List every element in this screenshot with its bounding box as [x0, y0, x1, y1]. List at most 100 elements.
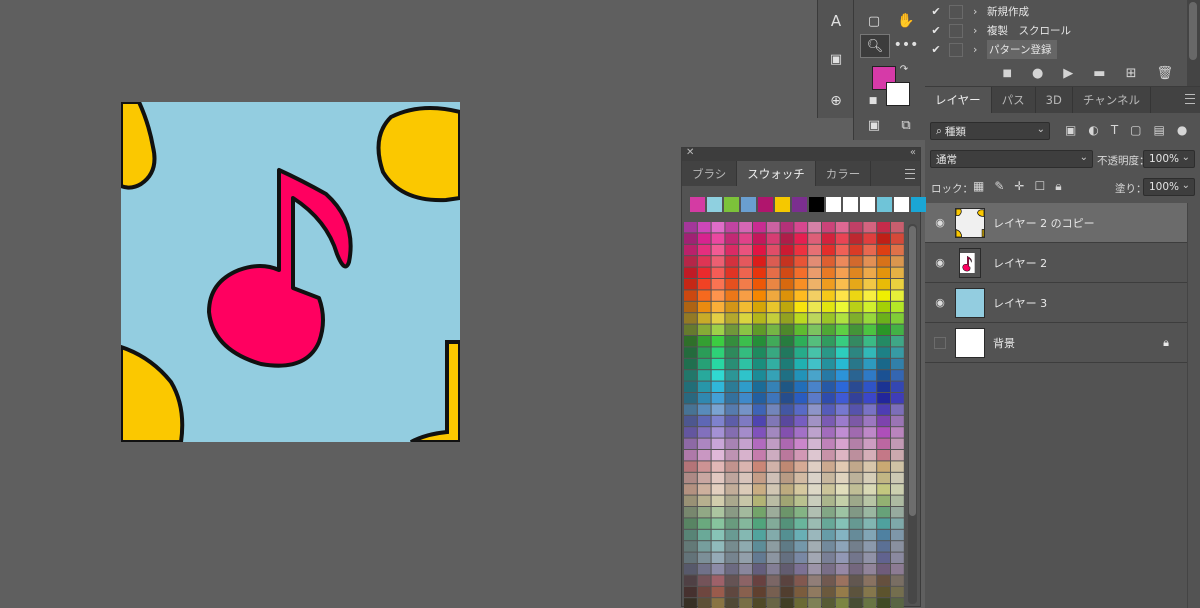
swatch-cell[interactable]	[877, 301, 890, 313]
swatch-cell[interactable]	[808, 279, 821, 290]
swatch-cell[interactable]	[697, 313, 711, 324]
swatch-cell[interactable]	[780, 575, 794, 586]
swatch-cell[interactable]	[835, 233, 849, 244]
swatch-cell[interactable]	[697, 233, 711, 244]
swatch-cell[interactable]	[808, 529, 821, 541]
swatch-cell[interactable]	[877, 541, 890, 552]
swatch-cell[interactable]	[753, 336, 766, 347]
swatch-cell[interactable]	[753, 518, 766, 529]
swatch-cell[interactable]	[753, 541, 766, 552]
swatch-cell[interactable]	[753, 450, 766, 461]
swatch-cell[interactable]	[739, 358, 752, 370]
recent-swatch[interactable]	[809, 197, 824, 212]
swatch-cell[interactable]	[684, 586, 697, 598]
swatch-cell[interactable]	[780, 427, 794, 438]
swatch-cell[interactable]	[739, 575, 752, 586]
swatch-cell[interactable]	[822, 507, 835, 518]
3d-object-button[interactable]: ▣	[822, 48, 850, 70]
swatch-cell[interactable]	[877, 518, 890, 529]
swatch-cell[interactable]	[794, 393, 808, 404]
swatch-cell[interactable]	[711, 279, 725, 290]
swatch-cell[interactable]	[794, 461, 808, 472]
swatch-cell[interactable]	[877, 450, 890, 461]
swatch-cell[interactable]	[794, 564, 808, 575]
swatch-cell[interactable]	[753, 393, 766, 404]
swatch-cell[interactable]	[766, 358, 780, 370]
swatch-cell[interactable]	[877, 529, 890, 541]
swatch-cell[interactable]	[822, 222, 835, 233]
action-row[interactable]: ✔ › 複製 スクロール	[925, 21, 1187, 40]
swatch-cell[interactable]	[877, 358, 890, 370]
swatch-cell[interactable]	[711, 290, 725, 301]
swatch-cell[interactable]	[849, 529, 863, 541]
swatch-cell[interactable]	[766, 461, 780, 472]
swatch-cell[interactable]	[739, 507, 752, 518]
layer-row[interactable]: ◉ レイヤー 2	[925, 243, 1187, 283]
swatch-cell[interactable]	[849, 301, 863, 313]
swatch-cell[interactable]	[849, 404, 863, 415]
recent-swatch[interactable]	[707, 197, 722, 212]
swatch-cell[interactable]	[794, 301, 808, 313]
visibility-toggle[interactable]	[925, 336, 955, 349]
swatch-cell[interactable]	[766, 484, 780, 495]
swatch-cell[interactable]	[753, 427, 766, 438]
swatch-cell[interactable]	[863, 564, 877, 575]
swatch-cell[interactable]	[739, 461, 752, 472]
swatch-cell[interactable]	[835, 336, 849, 347]
swatch-cell[interactable]	[863, 381, 877, 392]
swatch-cell[interactable]	[780, 472, 794, 484]
swatch-cell[interactable]	[808, 222, 821, 233]
swatch-cell[interactable]	[766, 575, 780, 586]
swatch-cell[interactable]	[877, 222, 890, 233]
swatch-cell[interactable]	[849, 381, 863, 392]
swatch-cell[interactable]	[849, 438, 863, 449]
actions-scrollbar[interactable]	[1187, 0, 1200, 86]
swatch-cell[interactable]	[877, 427, 890, 438]
swatch-cell[interactable]	[766, 370, 780, 381]
swatch-cell[interactable]	[891, 301, 904, 313]
swatch-cell[interactable]	[684, 336, 697, 347]
swatch-cell[interactable]	[849, 450, 863, 461]
swatch-cell[interactable]	[849, 393, 863, 404]
swatch-cell[interactable]	[891, 347, 904, 358]
swatch-cell[interactable]	[725, 370, 739, 381]
swatch-cell[interactable]	[697, 279, 711, 290]
swatch-cell[interactable]	[794, 324, 808, 335]
swatch-cell[interactable]	[863, 427, 877, 438]
swatch-cell[interactable]	[822, 324, 835, 335]
swatch-cell[interactable]	[753, 267, 766, 278]
swatch-cell[interactable]	[835, 313, 849, 324]
swatch-cell[interactable]	[835, 381, 849, 392]
swatch-cell[interactable]	[891, 427, 904, 438]
swatch-cell[interactable]	[684, 324, 697, 335]
swatch-cell[interactable]	[753, 495, 766, 506]
swatch-cell[interactable]	[766, 324, 780, 335]
swatch-cell[interactable]	[835, 586, 849, 598]
swatch-cell[interactable]	[780, 404, 794, 415]
swatch-cell[interactable]	[808, 393, 821, 404]
swatch-cell[interactable]	[877, 438, 890, 449]
swatch-cell[interactable]	[822, 358, 835, 370]
swatch-cell[interactable]	[739, 290, 752, 301]
swatch-cell[interactable]	[794, 450, 808, 461]
swatch-cell[interactable]	[849, 324, 863, 335]
swatch-cell[interactable]	[849, 279, 863, 290]
swatch-cell[interactable]	[849, 495, 863, 506]
swatch-cell[interactable]	[739, 484, 752, 495]
swatch-cell[interactable]	[863, 393, 877, 404]
layer-row[interactable]: 背景 🔒︎	[925, 323, 1187, 363]
swatch-cell[interactable]	[835, 484, 849, 495]
swatch-cell[interactable]	[753, 347, 766, 358]
swatch-cell[interactable]	[780, 415, 794, 427]
zoom-tool-button[interactable]: 🔍︎	[860, 34, 890, 58]
swatch-cell[interactable]	[891, 404, 904, 415]
swatch-cell[interactable]	[835, 507, 849, 518]
swatch-cell[interactable]	[835, 427, 849, 438]
swatch-cell[interactable]	[766, 518, 780, 529]
lock-transparent-icon[interactable]: ▦	[973, 179, 984, 194]
swatch-cell[interactable]	[739, 267, 752, 278]
swatch-cell[interactable]	[684, 222, 697, 233]
swatch-cell[interactable]	[711, 301, 725, 313]
swatch-cell[interactable]	[766, 222, 780, 233]
swatch-cell[interactable]	[739, 256, 752, 267]
